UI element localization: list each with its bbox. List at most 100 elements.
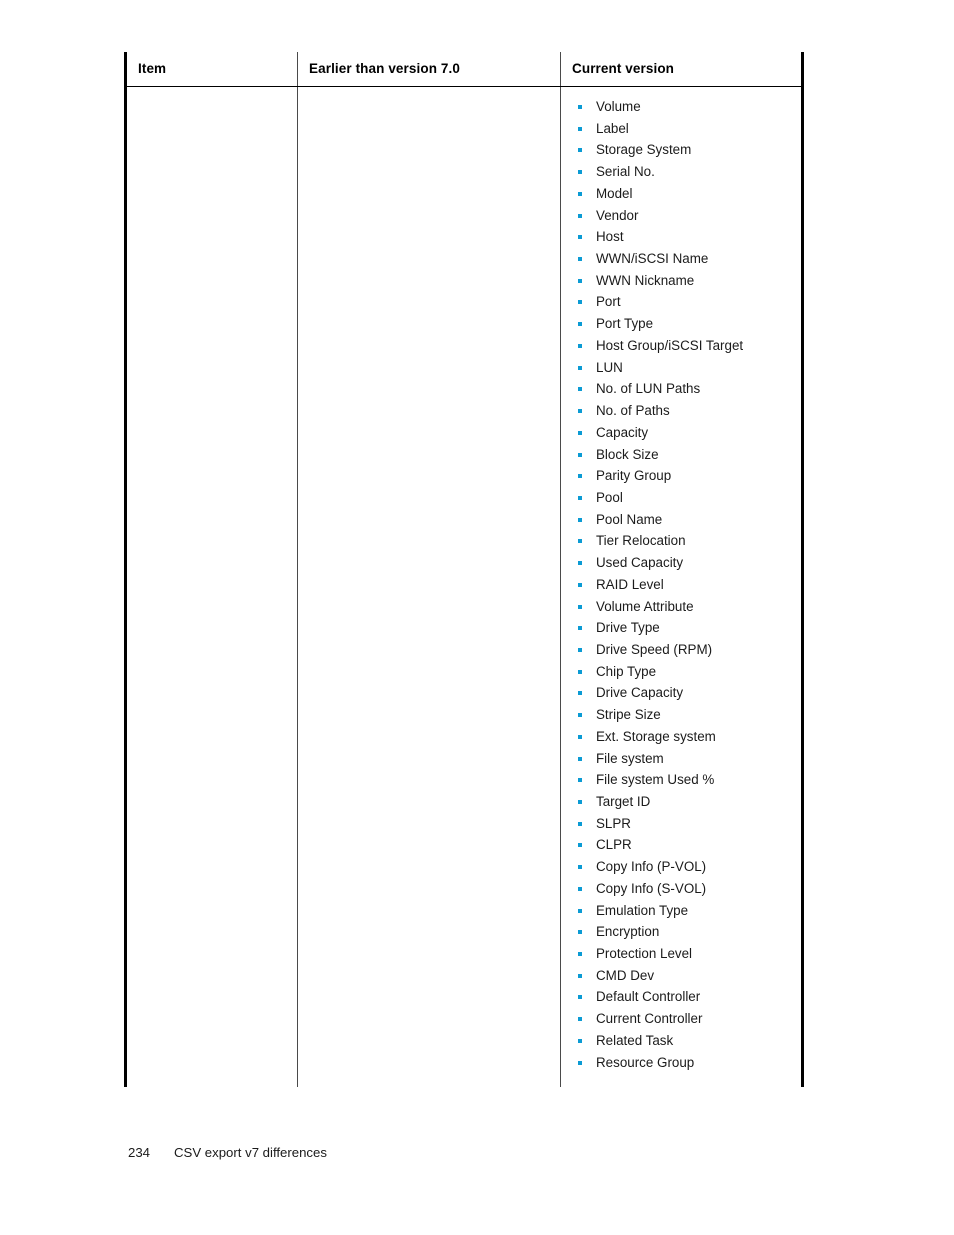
list-item-label: File system bbox=[596, 750, 664, 766]
list-item-label: Current Controller bbox=[596, 1011, 703, 1027]
list-item: No. of Paths bbox=[561, 400, 801, 422]
list-item: Tier Relocation bbox=[561, 530, 801, 552]
list-item: Copy Info (P-VOL) bbox=[561, 856, 801, 878]
list-item: Target ID bbox=[561, 791, 801, 813]
list-item-label: Host Group/iSCSI Target bbox=[596, 337, 744, 353]
list-item-label: Chip Type bbox=[596, 663, 657, 679]
bullet-icon bbox=[578, 821, 582, 826]
bullet-icon bbox=[578, 734, 582, 739]
bullet-icon bbox=[578, 995, 582, 1000]
list-item: Used Capacity bbox=[561, 552, 801, 574]
cell-item-content bbox=[127, 87, 297, 1047]
list-item: Vendor bbox=[561, 205, 801, 227]
list-item-label: No. of Paths bbox=[596, 403, 670, 419]
list-item: Encryption bbox=[561, 921, 801, 943]
table-body: Volume Label Storage System Serial No. Model… bbox=[124, 86, 804, 1088]
bullet-icon bbox=[578, 843, 582, 848]
list-item-label: Vendor bbox=[596, 207, 639, 223]
list-item-label: CLPR bbox=[596, 837, 632, 853]
list-item-label: Protection Level bbox=[596, 946, 693, 962]
list-item-label: Resource Group bbox=[596, 1054, 695, 1070]
bullet-icon bbox=[578, 973, 582, 978]
list-item: Drive Speed (RPM) bbox=[561, 639, 801, 661]
list-item: WWN Nickname bbox=[561, 270, 801, 292]
bullet-icon bbox=[578, 778, 582, 783]
list-item-label: Default Controller bbox=[596, 989, 701, 1005]
table-header: Item Earlier than version 7.0 Current ve… bbox=[124, 52, 804, 87]
list-item-label: Block Size bbox=[596, 446, 659, 462]
bullet-icon bbox=[578, 691, 582, 696]
list-item: RAID Level bbox=[561, 574, 801, 596]
list-item-label: Host bbox=[596, 229, 624, 245]
bullet-icon bbox=[578, 322, 582, 327]
list-item: CMD Dev bbox=[561, 965, 801, 987]
bullet-icon bbox=[578, 213, 582, 218]
list-item-label: Storage System bbox=[596, 142, 692, 158]
list-item-label: Drive Type bbox=[596, 620, 660, 636]
list-item-label: CMD Dev bbox=[596, 967, 655, 983]
list-item-label: WWN Nickname bbox=[596, 272, 695, 288]
bullet-icon bbox=[578, 1017, 582, 1022]
list-item-label: Emulation Type bbox=[596, 902, 689, 918]
list-item: WWN/iSCSI Name bbox=[561, 248, 801, 270]
list-item: Volume bbox=[561, 96, 801, 118]
list-item: Pool bbox=[561, 487, 801, 509]
list-item-label: LUN bbox=[596, 359, 623, 375]
list-item: Volume Attribute bbox=[561, 596, 801, 618]
bullet-icon bbox=[578, 561, 582, 566]
list-item: Chip Type bbox=[561, 661, 801, 683]
column-header-earlier-than-version: Earlier than version 7.0 bbox=[297, 52, 561, 87]
bullet-icon bbox=[578, 604, 582, 609]
bullet-icon bbox=[578, 170, 582, 175]
list-item: Model bbox=[561, 183, 801, 205]
bullet-icon bbox=[578, 365, 582, 370]
list-item: Default Controller bbox=[561, 986, 801, 1008]
list-item-label: Used Capacity bbox=[596, 555, 684, 571]
list-item-label: Copy Info (S-VOL) bbox=[596, 880, 707, 896]
list-item-label: Related Task bbox=[596, 1032, 674, 1048]
bullet-icon bbox=[578, 647, 582, 652]
page-footer: 234 CSV export v7 differences bbox=[128, 1145, 327, 1160]
list-item-label: Pool bbox=[596, 489, 623, 505]
table-header-row: Item Earlier than version 7.0 Current ve… bbox=[124, 52, 804, 87]
list-item-label: Pool Name bbox=[596, 511, 663, 527]
column-header-current-version: Current version bbox=[560, 52, 804, 87]
cell-item bbox=[124, 86, 298, 1088]
bullet-icon bbox=[578, 430, 582, 435]
list-item: Capacity bbox=[561, 422, 801, 444]
bullet-icon bbox=[578, 626, 582, 631]
list-item-label: Serial No. bbox=[596, 164, 655, 180]
list-item: Ext. Storage system bbox=[561, 726, 801, 748]
bullet-icon bbox=[578, 756, 582, 761]
list-item: SLPR bbox=[561, 813, 801, 835]
bullet-icon bbox=[578, 1060, 582, 1065]
bullet-icon bbox=[578, 908, 582, 913]
bullet-icon bbox=[578, 517, 582, 522]
list-item-label: Parity Group bbox=[596, 468, 672, 484]
list-item: Current Controller bbox=[561, 1008, 801, 1030]
list-item: No. of LUN Paths bbox=[561, 378, 801, 400]
list-item: Label bbox=[561, 118, 801, 140]
bullet-icon bbox=[578, 235, 582, 240]
list-item: Block Size bbox=[561, 444, 801, 466]
table-row: Volume Label Storage System Serial No. Model… bbox=[124, 86, 804, 1088]
list-item-label: Tier Relocation bbox=[596, 533, 686, 549]
document-page: Item Earlier than version 7.0 Current ve… bbox=[0, 0, 954, 1235]
bullet-icon bbox=[578, 713, 582, 718]
list-item: Serial No. bbox=[561, 161, 801, 183]
column-header-item: Item bbox=[124, 52, 298, 87]
bullet-icon bbox=[578, 452, 582, 457]
list-item-label: Model bbox=[596, 185, 633, 201]
list-item: Related Task bbox=[561, 1030, 801, 1052]
list-item-label: Target ID bbox=[596, 794, 651, 809]
list-item: Stripe Size bbox=[561, 704, 801, 726]
list-item: Port Type bbox=[561, 313, 801, 335]
bullet-icon bbox=[578, 474, 582, 479]
bullet-icon bbox=[578, 126, 582, 131]
list-item-label: Capacity bbox=[596, 424, 649, 440]
list-item: Resource Group bbox=[561, 1052, 801, 1074]
list-item: File system Used % bbox=[561, 769, 801, 791]
list-item: Host Group/iSCSI Target bbox=[561, 335, 801, 357]
list-item: Copy Info (S-VOL) bbox=[561, 878, 801, 900]
list-item-label: No. of LUN Paths bbox=[596, 381, 701, 397]
